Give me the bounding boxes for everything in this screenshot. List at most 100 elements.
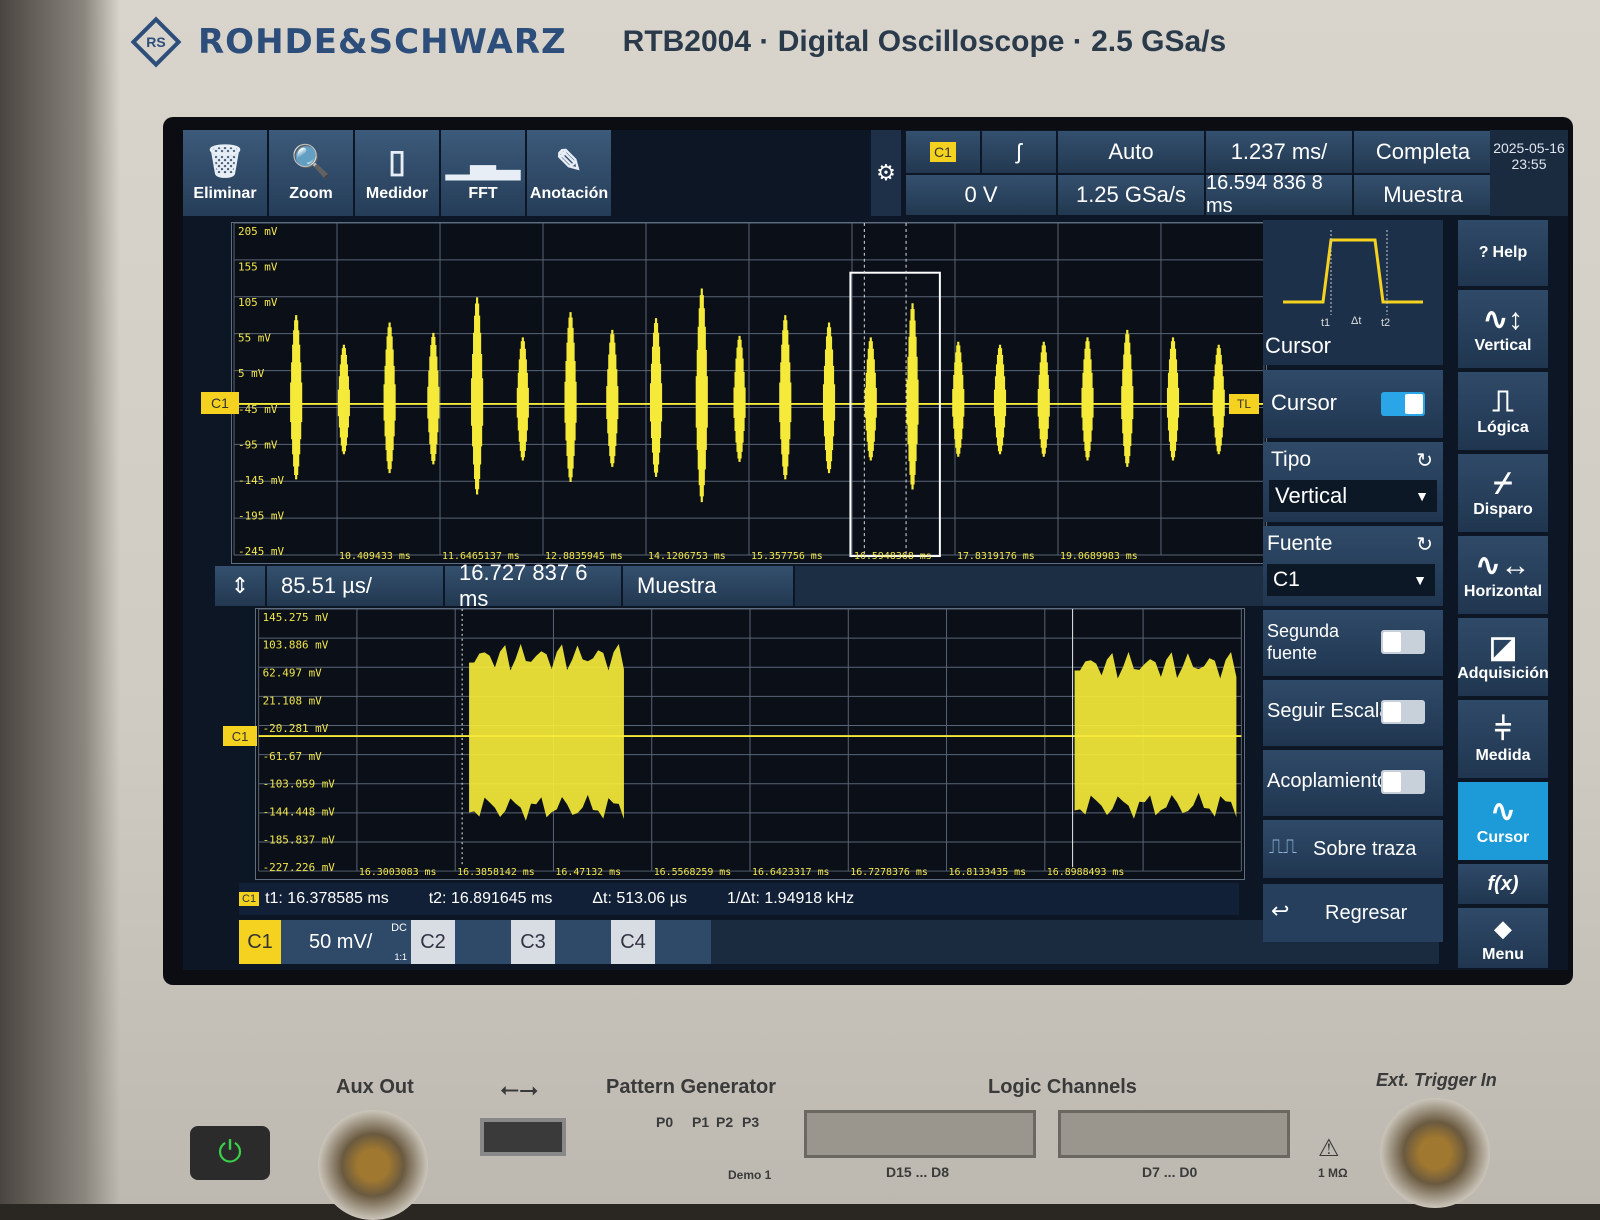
trigger-slope-cell[interactable]: ʃ <box>981 130 1057 174</box>
burst-mark <box>695 288 708 503</box>
y-tick-label: -195 mV <box>238 509 284 522</box>
burst-mark <box>733 335 746 462</box>
cursor-button[interactable]: ∿ Cursor <box>1458 782 1548 860</box>
sample-rate[interactable]: 1.25 GSa/s <box>1057 174 1205 216</box>
acoplamiento-row[interactable]: Acoplamiento <box>1263 750 1443 816</box>
acquisition-button[interactable]: ◪ Adquisición <box>1457 618 1549 696</box>
channel-c4-slot[interactable] <box>655 920 711 964</box>
burst-mark <box>649 318 663 477</box>
y-tick-label: -245 mV <box>238 545 284 558</box>
channel-c3-button[interactable]: C3 <box>511 920 555 964</box>
trigger-source-cell[interactable]: C1 <box>905 130 981 174</box>
usb-port[interactable] <box>480 1118 566 1156</box>
logic-d7-label: D7 ... D0 <box>1142 1164 1198 1180</box>
ext-trigger-connector[interactable] <box>1380 1098 1490 1208</box>
channel-c2-slot[interactable] <box>455 920 511 964</box>
channel-c1-button[interactable]: C1 <box>239 920 281 964</box>
burst-mark <box>471 297 484 495</box>
zoom-type[interactable]: Muestra <box>623 566 795 606</box>
burst-mark <box>606 329 619 467</box>
warning-icon: ⚠ <box>1318 1135 1340 1162</box>
y-tick-label: -103.059 mV <box>263 778 336 791</box>
cursor-side-panel: t1 Δt t2 Cursor Cursor Tipo ↻ Vertical ▼… <box>1263 220 1453 965</box>
rs-menu-icon: ◆ <box>1494 916 1512 941</box>
zoom-info-bar: ⇕ 85.51 µs/ 16.727 837 6 ms Muestra <box>215 560 1275 611</box>
trigger-level-marker[interactable]: TL <box>1229 394 1259 414</box>
zoom-button[interactable]: 🔍 Zoom <box>269 130 355 216</box>
logic-d15-label: D15 ... D8 <box>886 1164 950 1180</box>
zoom-channel-marker[interactable]: C1 <box>223 726 257 746</box>
x-tick-label: 16.6423317 ms <box>752 867 830 878</box>
horizontal-button[interactable]: ∿↔ Horizontal <box>1458 536 1548 614</box>
function-button[interactable]: f(x) <box>1458 864 1548 904</box>
power-button[interactable]: ⏻ <box>190 1126 270 1180</box>
zoom-icon: 🔍 <box>291 143 331 179</box>
zoom-swap-button[interactable]: ⇕ <box>215 566 267 606</box>
acquisition-type[interactable]: Muestra <box>1353 174 1493 216</box>
tipo-row[interactable]: Tipo ↻ Vertical ▼ <box>1263 442 1443 522</box>
fuente-row[interactable]: Fuente ↻ C1 ▼ <box>1263 526 1443 606</box>
main-waveform-plot[interactable]: 205 mV 155 mV 105 mV 55 mV 5 mV -45 mV -95 mV -… <box>231 222 1267 564</box>
fuente-select[interactable]: C1 ▼ <box>1267 564 1435 596</box>
cursor-dt-value: Δt: 513.06 µs <box>592 890 687 907</box>
trigger-level[interactable]: 0 V <box>905 174 1057 216</box>
segunda-fuente-row[interactable]: Segunda fuente <box>1263 610 1443 676</box>
zoom-scale[interactable]: 85.51 µs/ <box>267 566 445 606</box>
settings-gear-button[interactable]: ⚙ <box>871 130 901 216</box>
burst-mark <box>383 322 396 474</box>
x-tick-label: 10.409433 ms <box>339 551 411 562</box>
gear-icon: ⚙ <box>876 160 896 185</box>
trash-icon: 🗑 <box>204 143 246 179</box>
channel-c2-button[interactable]: C2 <box>411 920 455 964</box>
annotation-button[interactable]: ✎ Anotación <box>527 130 613 216</box>
cursor-enable-row[interactable]: Cursor <box>1263 370 1443 438</box>
cursor-channel-badge: C1 <box>239 892 260 906</box>
aux-out-label: Aux Out <box>336 1076 414 1098</box>
reset-icon: ↻ <box>1416 534 1433 556</box>
cursor-t1-value: t1: 16.378585 ms <box>265 890 389 907</box>
menu-button[interactable]: ◆ Menu <box>1458 908 1548 968</box>
acoplamiento-toggle[interactable] <box>1381 770 1425 794</box>
y-tick-label: 155 mV <box>238 260 278 273</box>
measure-button[interactable]: ⫩ Medida <box>1458 700 1548 778</box>
delete-button[interactable]: 🗑 Eliminar <box>183 130 269 216</box>
burst-mark <box>1121 329 1134 467</box>
zoom-waveform-plot[interactable]: 145.275 mV 103.886 mV 62.497 mV 21.108 mV -2… <box>255 608 1245 880</box>
x-tick-label: 16.3003083 ms <box>359 867 437 878</box>
rs-logo-icon: RS <box>130 16 182 68</box>
segunda-fuente-toggle[interactable] <box>1381 630 1425 654</box>
burst-mark <box>864 337 877 461</box>
logic-connector-d15-d8[interactable] <box>804 1110 1036 1158</box>
regresar-button[interactable]: ↩ Regresar <box>1263 884 1443 942</box>
vertical-button[interactable]: ∿↕ Vertical <box>1458 290 1548 368</box>
channel-c4-button[interactable]: C4 <box>611 920 655 964</box>
main-channel-marker[interactable]: C1 <box>201 392 239 414</box>
zoom-position[interactable]: 16.727 837 6 ms <box>445 560 623 611</box>
tipo-select[interactable]: Vertical ▼ <box>1269 480 1437 512</box>
trigger-button[interactable]: ⌿ Disparo <box>1458 454 1548 532</box>
cursor-enable-toggle[interactable] <box>1381 392 1425 416</box>
svg-text:t1: t1 <box>1321 317 1330 329</box>
meter-button[interactable]: ▯ Medidor <box>355 130 441 216</box>
logic-button[interactable]: ⎍ Lógica <box>1458 372 1548 450</box>
fft-button[interactable]: ▁▃▂ FFT <box>441 130 527 216</box>
timebase-position[interactable]: 16.594 836 8 ms <box>1205 172 1353 217</box>
y-tick-label: 21.108 mV <box>263 694 323 707</box>
sobre-traza-button[interactable]: ⎍⎍ Sobre traza <box>1263 820 1443 878</box>
y-tick-label: -144.448 mV <box>263 805 336 818</box>
logic-connector-d7-d0[interactable] <box>1058 1110 1290 1158</box>
timebase-scale[interactable]: 1.237 ms/ <box>1205 130 1353 174</box>
y-tick-label: 62.497 mV <box>263 667 323 680</box>
acquisition-mode[interactable]: Completa <box>1353 130 1493 174</box>
function-icon: f(x) <box>1487 872 1519 895</box>
channel-c3-slot[interactable] <box>555 920 611 964</box>
help-button[interactable]: ? Help <box>1458 220 1548 286</box>
toggle-knob <box>1383 772 1401 792</box>
seguir-escala-row[interactable]: Seguir Escala <box>1263 680 1443 746</box>
channel-c1-probe: 1:1 <box>394 952 407 962</box>
seguir-escala-toggle[interactable] <box>1381 700 1425 724</box>
channel-c1-scale[interactable]: 50 mV/ DC 1:1 <box>281 920 411 964</box>
trigger-mode[interactable]: Auto <box>1057 130 1205 174</box>
help-icon: ? <box>1478 244 1489 261</box>
burst-mark <box>822 322 836 474</box>
